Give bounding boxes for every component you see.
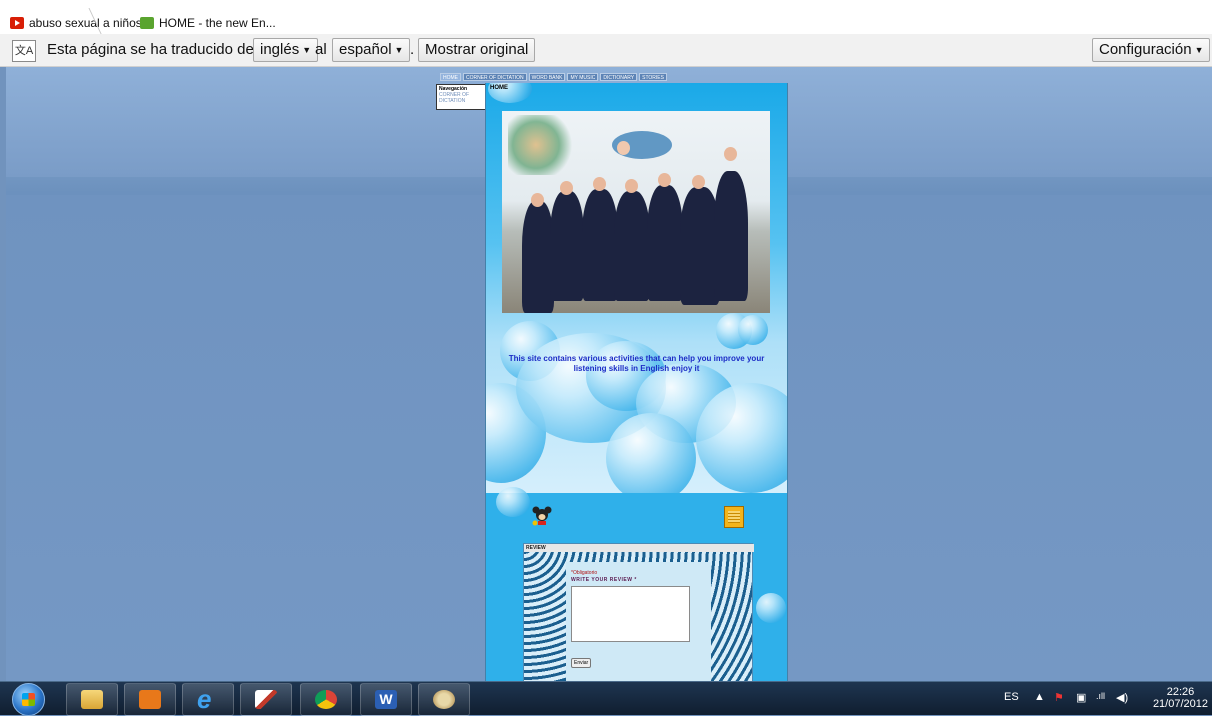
page-viewport[interactable]: HOME CORNER OF DICTATION WORD BANK MY MU… <box>6 67 1212 681</box>
side-navigation-link[interactable]: CORNER OF DICTATION <box>439 92 491 104</box>
volume-icon[interactable]: ◀) <box>1116 691 1128 704</box>
translate-icon: 文A <box>12 40 36 62</box>
network-device-icon[interactable]: ▣ <box>1076 691 1086 704</box>
review-field-label: WRITE YOUR REVIEW * <box>571 577 637 583</box>
chrome-icon <box>315 690 337 709</box>
review-textarea[interactable] <box>571 586 690 642</box>
action-center-flag-icon[interactable]: ⚑ <box>1054 691 1064 704</box>
signal-bars-icon[interactable]: .ıll <box>1096 691 1105 701</box>
student-face <box>625 179 638 193</box>
site-content: HOME This site contains various activiti… <box>485 83 788 681</box>
student-face <box>658 173 671 187</box>
student-face <box>724 147 737 161</box>
nav-item-stories[interactable]: STORIES <box>639 73 667 81</box>
student-figure <box>614 191 650 301</box>
translate-message: Esta página se ha traducido del <box>47 41 258 58</box>
student-figure <box>714 171 748 301</box>
translate-settings-button[interactable]: Configuración ▼ <box>1092 38 1211 62</box>
clock-time: 22:26 <box>1166 686 1195 698</box>
translate-period: . <box>410 41 415 58</box>
target-language-value: español <box>339 41 392 58</box>
chevron-down-icon: ▼ <box>1194 45 1204 56</box>
chevron-down-icon: ▼ <box>394 45 404 56</box>
target-language-select[interactable]: español ▼ <box>332 38 411 62</box>
nav-item-word-bank[interactable]: WORD BANK <box>528 73 566 81</box>
student-face <box>531 193 544 207</box>
review-widget: REVIEW *Obligatorio WRITE YOUR REVIEW * … <box>523 543 754 681</box>
browser-tab-2[interactable]: HOME - the new En... <box>140 14 276 32</box>
source-language-value: inglés <box>260 41 300 58</box>
windows-taskbar: e W ES ▲ ⚑ ▣ .ıll ◀) 22:26 21/07/2012 <box>0 681 1212 716</box>
media-player-icon <box>139 690 161 709</box>
student-face <box>692 175 705 189</box>
word-icon: W <box>375 690 397 709</box>
bubble-decoration <box>606 413 696 503</box>
review-header: REVIEW <box>524 544 754 552</box>
review-form: *Obligatorio WRITE YOUR REVIEW * Enviar <box>566 562 711 681</box>
teacher-face <box>617 141 630 155</box>
student-figure <box>550 191 584 301</box>
start-button[interactable] <box>12 683 45 716</box>
taskbar-word[interactable]: W <box>360 683 412 716</box>
taskbar-paint-tool[interactable] <box>240 683 292 716</box>
clock-date: 21/07/2012 <box>1152 698 1208 710</box>
nav-item-my-music[interactable]: MY MUSIC <box>567 73 599 81</box>
submit-button[interactable]: Enviar <box>571 658 592 668</box>
bubble-decoration <box>738 315 768 345</box>
paint-palette-icon <box>433 690 455 709</box>
bubble-decoration <box>496 487 530 517</box>
browser-tab-1[interactable]: abuso sexual a niños... <box>10 14 152 32</box>
page-title: HOME <box>490 85 508 91</box>
notepad-icon <box>724 506 744 528</box>
taskbar-chrome[interactable] <box>300 683 352 716</box>
youtube-favicon-icon <box>10 17 24 29</box>
language-indicator[interactable]: ES <box>1004 691 1019 703</box>
required-note: *Obligatorio <box>571 570 598 576</box>
pencil-icon <box>255 690 277 709</box>
browser-tab-strip: abuso sexual a niños... HOME - the new E… <box>0 0 1212 36</box>
folder-icon <box>81 690 103 709</box>
taskbar-internet-explorer[interactable]: e <box>182 683 234 716</box>
student-figure <box>582 189 618 301</box>
tab-title: abuso sexual a niños... <box>29 16 152 30</box>
chevron-down-icon: ▼ <box>302 45 312 56</box>
taskbar-paint[interactable] <box>418 683 470 716</box>
student-face <box>560 181 573 195</box>
student-face <box>593 177 606 191</box>
translate-bar: 文A Esta página se ha traducido del inglé… <box>0 34 1212 67</box>
bubble-decoration <box>756 593 786 623</box>
wall-mural <box>508 115 578 175</box>
student-figure <box>647 185 683 301</box>
cartoon-mascot-icon <box>532 506 552 526</box>
site-favicon-icon <box>140 17 154 29</box>
translate-connector: al <box>315 41 327 58</box>
nav-item-home[interactable]: HOME <box>440 73 461 81</box>
show-hidden-icons-icon[interactable]: ▲ <box>1034 691 1045 703</box>
taskbar-media-player[interactable] <box>124 683 176 716</box>
settings-label: Configuración <box>1099 41 1192 58</box>
show-original-button[interactable]: Mostrar original <box>418 38 536 62</box>
nav-item-corner-of-dictation[interactable]: CORNER OF DICTATION <box>463 73 527 81</box>
intro-text: This site contains various activities th… <box>508 354 765 373</box>
class-photo <box>502 111 770 313</box>
system-clock[interactable]: 22:26 21/07/2012 <box>1153 686 1208 710</box>
taskbar-explorer[interactable] <box>66 683 118 716</box>
nav-item-dictionary[interactable]: DICTIONARY <box>600 73 638 81</box>
internet-explorer-icon: e <box>197 684 212 714</box>
bubble-decoration <box>696 383 787 493</box>
site-nav: HOME CORNER OF DICTATION WORD BANK MY MU… <box>440 73 667 81</box>
tab-title: HOME - the new En... <box>159 16 276 30</box>
source-language-select[interactable]: inglés ▼ <box>253 38 319 62</box>
